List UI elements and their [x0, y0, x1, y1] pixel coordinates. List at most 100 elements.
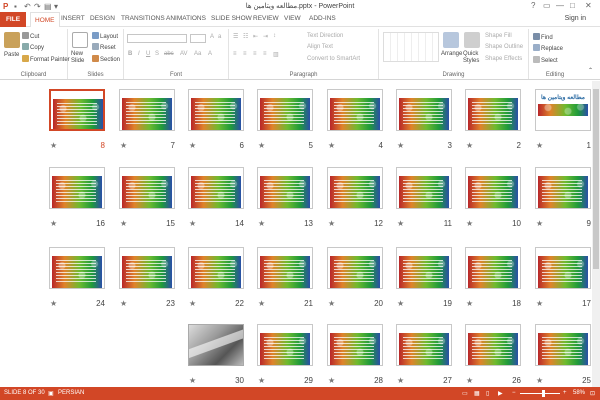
columns-icon[interactable]: ▥	[273, 51, 279, 58]
font-name-combo[interactable]	[127, 34, 187, 43]
slide-show-view-icon[interactable]: ▶	[498, 390, 503, 397]
increase-indent-icon[interactable]: ⇥	[263, 33, 268, 40]
arrange-icon[interactable]	[443, 32, 459, 48]
grow-font-icon[interactable]: A	[210, 34, 214, 40]
select-button[interactable]: Select	[533, 56, 558, 64]
fit-to-window-icon[interactable]: ⊡	[590, 390, 595, 397]
tab-add-ins[interactable]: ADD-INS	[309, 15, 336, 22]
tab-design[interactable]: DESIGN	[90, 15, 115, 22]
decrease-indent-icon[interactable]: ⇤	[253, 33, 258, 40]
zoom-slider-handle[interactable]	[542, 390, 546, 397]
slide-thumbnail[interactable]	[188, 247, 244, 289]
transition-star-icon[interactable]: ★	[397, 376, 404, 385]
numbering-icon[interactable]: ☷	[243, 33, 248, 40]
new-slide-icon[interactable]	[72, 32, 88, 48]
zoom-out-icon[interactable]: −	[512, 390, 516, 396]
transition-star-icon[interactable]: ★	[120, 141, 127, 150]
shrink-font-icon[interactable]: a	[218, 34, 221, 40]
italic-icon[interactable]: I	[138, 51, 140, 57]
transition-star-icon[interactable]: ★	[50, 141, 57, 150]
slide-thumbnail[interactable]	[396, 89, 452, 131]
sign-in-link[interactable]: Sign in	[565, 15, 586, 22]
transition-star-icon[interactable]: ★	[50, 299, 57, 308]
slide-thumbnail[interactable]	[188, 167, 244, 209]
font-color-icon[interactable]: A	[208, 51, 212, 57]
tab-insert[interactable]: INSERT	[61, 15, 85, 22]
transition-star-icon[interactable]: ★	[189, 376, 196, 385]
shapes-gallery[interactable]	[383, 32, 439, 62]
slide-thumbnail[interactable]	[465, 89, 521, 131]
transition-star-icon[interactable]: ★	[397, 299, 404, 308]
slide-thumbnail[interactable]	[49, 247, 105, 289]
transition-star-icon[interactable]: ★	[50, 219, 57, 228]
transition-star-icon[interactable]: ★	[466, 219, 473, 228]
slide-thumbnail[interactable]	[396, 247, 452, 289]
tab-home[interactable]: HOME	[30, 12, 60, 28]
reset-button[interactable]: Reset	[92, 43, 116, 51]
slide-thumbnail[interactable]	[49, 89, 105, 131]
paste-button[interactable]: Paste	[4, 52, 19, 58]
tab-file[interactable]: FILE	[0, 12, 26, 27]
slide-thumbnail[interactable]	[465, 324, 521, 366]
text-direction-button[interactable]: Text Direction	[307, 33, 343, 39]
transition-star-icon[interactable]: ★	[466, 376, 473, 385]
slide-thumbnail[interactable]	[465, 167, 521, 209]
shadow-icon[interactable]: S	[155, 51, 159, 57]
collapse-ribbon-icon[interactable]: ⌃	[588, 67, 593, 74]
convert-to-smartart-button[interactable]: Convert to SmartArt	[307, 56, 360, 62]
slide-thumbnail[interactable]	[327, 324, 383, 366]
zoom-level[interactable]: 58%	[573, 390, 585, 396]
normal-view-icon[interactable]: ▭	[462, 390, 468, 397]
shape-outline-button[interactable]: Shape Outline	[485, 44, 523, 50]
transition-star-icon[interactable]: ★	[189, 219, 196, 228]
slide-thumbnail[interactable]	[465, 247, 521, 289]
tab-animations[interactable]: ANIMATIONS	[166, 15, 206, 22]
slide-thumbnail[interactable]	[257, 89, 313, 131]
section-button[interactable]: Section	[92, 55, 120, 63]
replace-button[interactable]: Replace	[533, 44, 563, 52]
paste-icon[interactable]	[4, 32, 20, 48]
layout-button[interactable]: Layout	[92, 32, 118, 40]
transition-star-icon[interactable]: ★	[328, 376, 335, 385]
shape-effects-button[interactable]: Shape Effects	[485, 56, 522, 62]
help-icon[interactable]: ?	[531, 1, 535, 10]
strikethrough-icon[interactable]: abc	[164, 51, 174, 57]
quick-styles-icon[interactable]	[464, 32, 480, 48]
font-size-combo[interactable]	[190, 34, 206, 43]
slide-thumbnail[interactable]	[119, 247, 175, 289]
slide-thumbnail[interactable]: مطالعه ویتامین ها	[535, 89, 591, 131]
transition-star-icon[interactable]: ★	[536, 299, 543, 308]
line-spacing-icon[interactable]: ↕	[273, 33, 276, 39]
transition-star-icon[interactable]: ★	[120, 299, 127, 308]
slide-thumbnail[interactable]	[257, 324, 313, 366]
slide-sorter-view-icon[interactable]: ▦	[474, 390, 480, 397]
close-icon[interactable]: ✕	[585, 1, 592, 10]
copy-button[interactable]: Copy	[22, 43, 44, 51]
align-right-icon[interactable]: ≡	[253, 51, 257, 57]
tab-slide-show[interactable]: SLIDE SHOW	[211, 15, 252, 22]
slide-thumbnail[interactable]	[327, 167, 383, 209]
slide-thumbnail[interactable]	[119, 89, 175, 131]
bold-icon[interactable]: B	[128, 51, 132, 57]
slide-thumbnail[interactable]	[327, 89, 383, 131]
slide-thumbnail[interactable]	[257, 247, 313, 289]
zoom-in-icon[interactable]: +	[563, 390, 567, 396]
minimize-icon[interactable]: —	[556, 1, 564, 10]
transition-star-icon[interactable]: ★	[536, 219, 543, 228]
transition-star-icon[interactable]: ★	[189, 299, 196, 308]
transition-star-icon[interactable]: ★	[536, 141, 543, 150]
arrange-button[interactable]: Arrange	[441, 51, 462, 57]
transition-star-icon[interactable]: ★	[258, 219, 265, 228]
transition-star-icon[interactable]: ★	[189, 141, 196, 150]
transition-star-icon[interactable]: ★	[466, 299, 473, 308]
slide-thumbnail[interactable]	[396, 324, 452, 366]
shape-fill-button[interactable]: Shape Fill	[485, 33, 512, 39]
transition-star-icon[interactable]: ★	[536, 376, 543, 385]
zoom-slider[interactable]	[520, 393, 560, 394]
slide-thumbnail[interactable]	[535, 167, 591, 209]
align-text-button[interactable]: Align Text	[307, 44, 333, 50]
slide-thumbnail[interactable]	[49, 167, 105, 209]
notes-icon[interactable]: ▣	[48, 390, 54, 397]
slide-thumbnail[interactable]	[535, 324, 591, 366]
language-indicator[interactable]: PERSIAN	[58, 390, 84, 396]
